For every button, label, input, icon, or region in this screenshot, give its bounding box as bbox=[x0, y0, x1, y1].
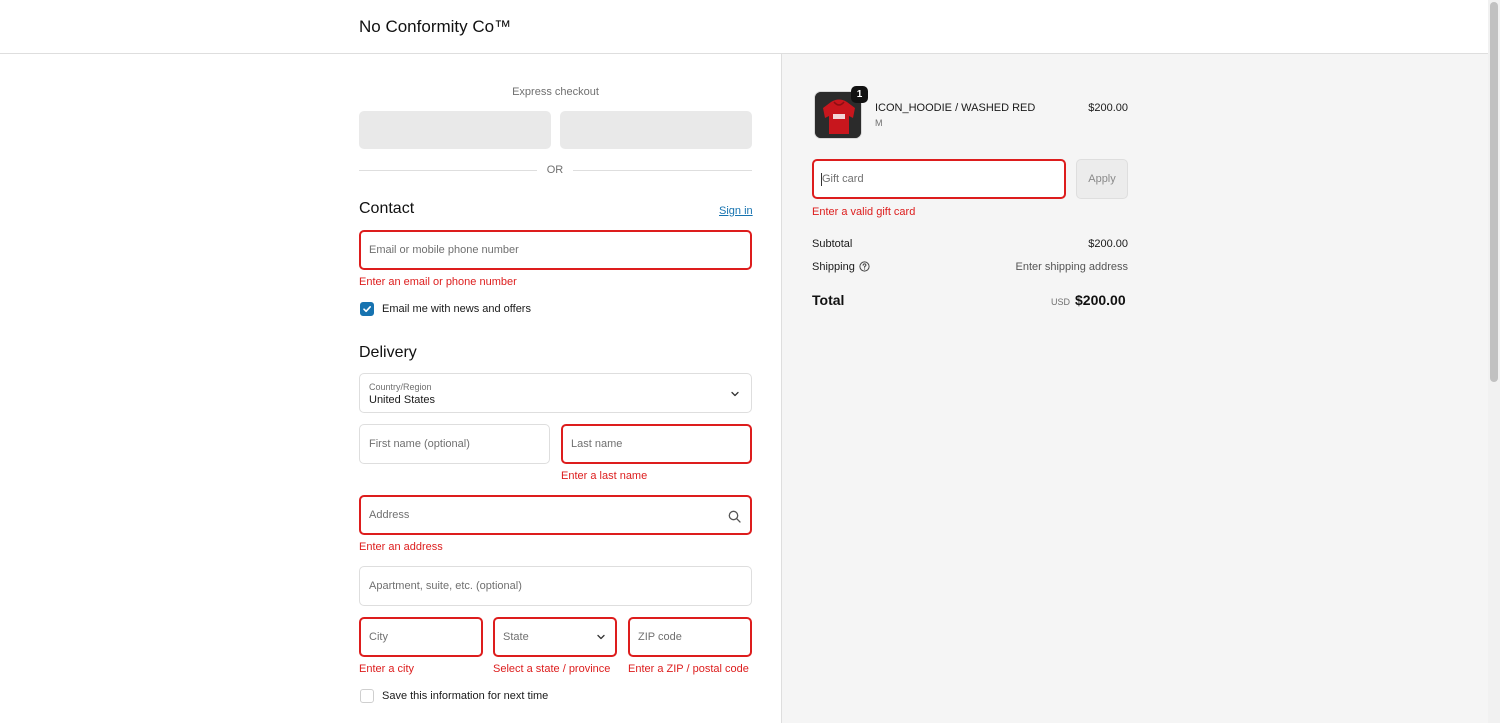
sign-in-link[interactable]: Sign in bbox=[719, 205, 753, 217]
gift-card-error: Enter a valid gift card bbox=[812, 206, 916, 218]
page-scrollbar[interactable] bbox=[1488, 0, 1500, 723]
checkmark-icon bbox=[363, 306, 371, 313]
save-info-label[interactable]: Save this information for next time bbox=[382, 690, 548, 702]
zip-field[interactable]: ZIP code bbox=[628, 617, 752, 657]
contact-title: Contact bbox=[359, 200, 415, 217]
apply-button[interactable]: Apply bbox=[1076, 159, 1128, 199]
total-label: Total bbox=[812, 292, 845, 308]
or-divider-text: OR bbox=[546, 164, 564, 176]
express-pay-button-2[interactable] bbox=[560, 111, 752, 149]
express-checkout-title: Express checkout bbox=[512, 86, 599, 98]
state-placeholder: State bbox=[503, 631, 529, 643]
product-price: $200.00 bbox=[1088, 102, 1128, 114]
subtotal-value: $200.00 bbox=[1088, 238, 1128, 250]
address-field[interactable]: Address bbox=[359, 495, 752, 535]
order-summary-panel bbox=[782, 54, 1488, 723]
last-name-field[interactable]: Last name bbox=[561, 424, 752, 464]
city-error: Enter a city bbox=[359, 663, 415, 675]
product-variant: M bbox=[875, 118, 883, 128]
gift-card-field[interactable]: Gift card bbox=[812, 159, 1066, 199]
currency-code: USD bbox=[1051, 297, 1071, 307]
first-name-placeholder: First name (optional) bbox=[369, 438, 470, 450]
save-info-checkbox[interactable] bbox=[360, 689, 374, 703]
last-name-error: Enter a last name bbox=[561, 470, 648, 482]
product-name: ICON_HOODIE / WASHED RED bbox=[875, 102, 1036, 114]
city-placeholder: City bbox=[369, 631, 388, 643]
express-pay-button-1[interactable] bbox=[359, 111, 551, 149]
header: No Conformity Co™ bbox=[0, 0, 1488, 54]
quantity-badge: 1 bbox=[851, 86, 868, 103]
zip-error: Enter a ZIP / postal code bbox=[628, 663, 749, 675]
shipping-label: Shipping bbox=[812, 261, 855, 273]
text-caret bbox=[821, 173, 822, 186]
email-placeholder: Email or mobile phone number bbox=[369, 244, 519, 256]
country-value: United States bbox=[369, 394, 436, 406]
city-field[interactable]: City bbox=[359, 617, 483, 657]
country-select[interactable]: Country/Region United States bbox=[359, 373, 752, 413]
subtotal-label: Subtotal bbox=[812, 238, 853, 250]
gift-card-placeholder: Gift card bbox=[822, 173, 864, 185]
zip-placeholder: ZIP code bbox=[638, 631, 682, 643]
newsletter-checkbox[interactable] bbox=[360, 302, 374, 316]
total-value: $200.00 bbox=[1075, 292, 1126, 308]
state-select[interactable]: State bbox=[493, 617, 617, 657]
email-error: Enter an email or phone number bbox=[359, 276, 517, 288]
email-field[interactable]: Email or mobile phone number bbox=[359, 230, 752, 270]
brand-logo[interactable]: No Conformity Co™ bbox=[359, 17, 511, 37]
scrollbar-thumb[interactable] bbox=[1490, 2, 1498, 382]
delivery-title: Delivery bbox=[359, 344, 417, 361]
last-name-placeholder: Last name bbox=[571, 438, 623, 450]
search-icon[interactable] bbox=[728, 510, 741, 523]
chevron-down-icon bbox=[597, 634, 605, 640]
help-circle-icon[interactable] bbox=[859, 261, 870, 272]
country-label: Country/Region bbox=[369, 382, 432, 392]
newsletter-label[interactable]: Email me with news and offers bbox=[382, 303, 531, 315]
state-error: Select a state / province bbox=[493, 663, 611, 675]
shipping-value: Enter shipping address bbox=[1015, 261, 1128, 273]
apartment-placeholder: Apartment, suite, etc. (optional) bbox=[369, 580, 522, 592]
chevron-down-icon bbox=[731, 391, 739, 397]
first-name-field[interactable]: First name (optional) bbox=[359, 424, 550, 464]
apartment-field[interactable]: Apartment, suite, etc. (optional) bbox=[359, 566, 752, 606]
address-error: Enter an address bbox=[359, 541, 443, 553]
divider-right bbox=[573, 170, 752, 171]
divider-left bbox=[359, 170, 537, 171]
address-placeholder: Address bbox=[369, 509, 410, 521]
